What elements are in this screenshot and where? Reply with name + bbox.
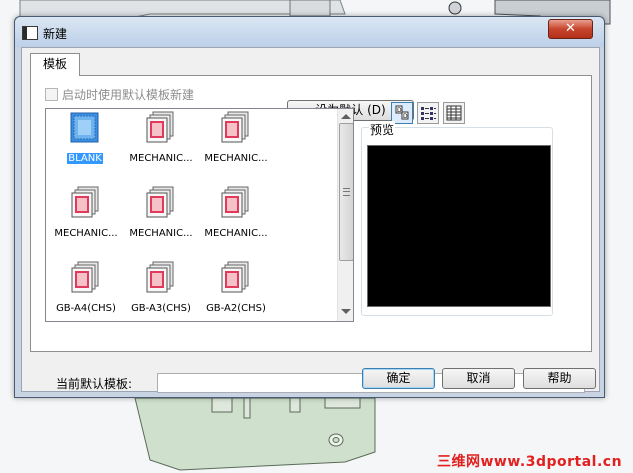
preview-group: 预览 [361,121,553,316]
cancel-button[interactable]: 取消 [442,368,515,389]
templates-panel: 启动时使用默认模板新建 设为默认 (D) D D [30,75,592,393]
startup-default-checkbox[interactable]: 启动时使用默认模板新建 [45,86,194,103]
template-label: MECHANIC... [204,153,268,164]
cad-sheet-metal [134,397,376,471]
template-doc-icon [221,261,249,293]
template-item[interactable]: MECHANIC... [48,184,124,244]
template-doc-icon [146,261,174,293]
template-item[interactable]: GB-A3(CHS) [123,259,199,319]
ok-button[interactable]: 确定 [362,368,435,389]
new-document-dialog: 新建 ✕ 模板 启动时使用默认模板新建 设为默认 (D) D D [14,16,605,398]
close-button[interactable]: ✕ [548,19,593,39]
close-icon: ✕ [565,21,576,36]
template-label: BLANK [67,153,103,164]
template-label: MECHANIC... [129,228,193,239]
template-item[interactable]: BLANK [48,109,124,169]
cad-part-shape [324,397,361,409]
template-doc-icon [221,186,249,218]
current-default-label: 当前默认模板: [56,377,133,391]
tab-templates[interactable]: 模板 [30,53,80,76]
template-label: MECHANIC... [54,228,118,239]
cad-part-shape [211,397,233,413]
watermark-text: 三维网www.3dportal.cn [437,454,623,470]
cad-hole [332,437,340,443]
checkbox-box[interactable] [45,88,58,101]
window-title: 新建 [43,27,68,41]
template-label: GB-A3(CHS) [131,303,191,314]
cad-part-shape [289,397,301,413]
scroll-up-arrow-icon[interactable] [341,114,351,119]
scroll-thumb[interactable] [339,123,353,261]
template-label: GB-A4(CHS) [56,303,116,314]
view-list-button[interactable] [417,102,439,124]
template-item[interactable]: MECHANIC... [198,184,274,244]
template-doc-icon [71,261,99,293]
large-icons-view-icon: D D [395,105,409,120]
title-bar[interactable]: 新建 ✕ [15,17,604,47]
template-doc-icon [221,111,249,143]
scroll-down-arrow-icon[interactable] [341,309,351,314]
dialog-client: 模板 启动时使用默认模板新建 设为默认 (D) D D [21,47,600,393]
view-details-button[interactable] [443,102,465,124]
template-doc-icon [71,186,99,218]
help-button[interactable]: 帮助 [523,368,596,389]
template-item[interactable]: MECHANIC... [198,109,274,169]
startup-default-label: 启动时使用默认模板新建 [62,88,195,102]
template-label: MECHANIC... [129,153,193,164]
template-item[interactable]: MECHANIC... [123,184,199,244]
cad-part-shape [289,0,331,17]
template-item[interactable]: GB-A4(CHS) [48,259,124,319]
cad-part-shape [448,1,462,15]
blank-template-icon [70,112,99,143]
template-item[interactable]: GB-A2(CHS) [198,259,274,319]
template-item[interactable]: MECHANIC... [123,109,199,169]
details-view-icon [446,105,462,121]
window-icon [22,26,38,40]
svg-text:D: D [403,113,408,120]
preview-area [367,145,551,307]
template-doc-icon [146,186,174,218]
preview-label: 预览 [369,121,396,138]
list-view-icon [421,107,436,120]
cad-part-shape [243,397,251,419]
template-label: GB-A2(CHS) [206,303,266,314]
svg-text:D: D [397,107,402,114]
template-label: MECHANIC... [204,228,268,239]
grip-icon [343,188,350,196]
template-list[interactable]: BLANK MECHANIC... MECHANIC... MECHANIC... ME… [45,108,354,322]
template-doc-icon [146,111,174,143]
vertical-scrollbar[interactable] [337,109,353,321]
